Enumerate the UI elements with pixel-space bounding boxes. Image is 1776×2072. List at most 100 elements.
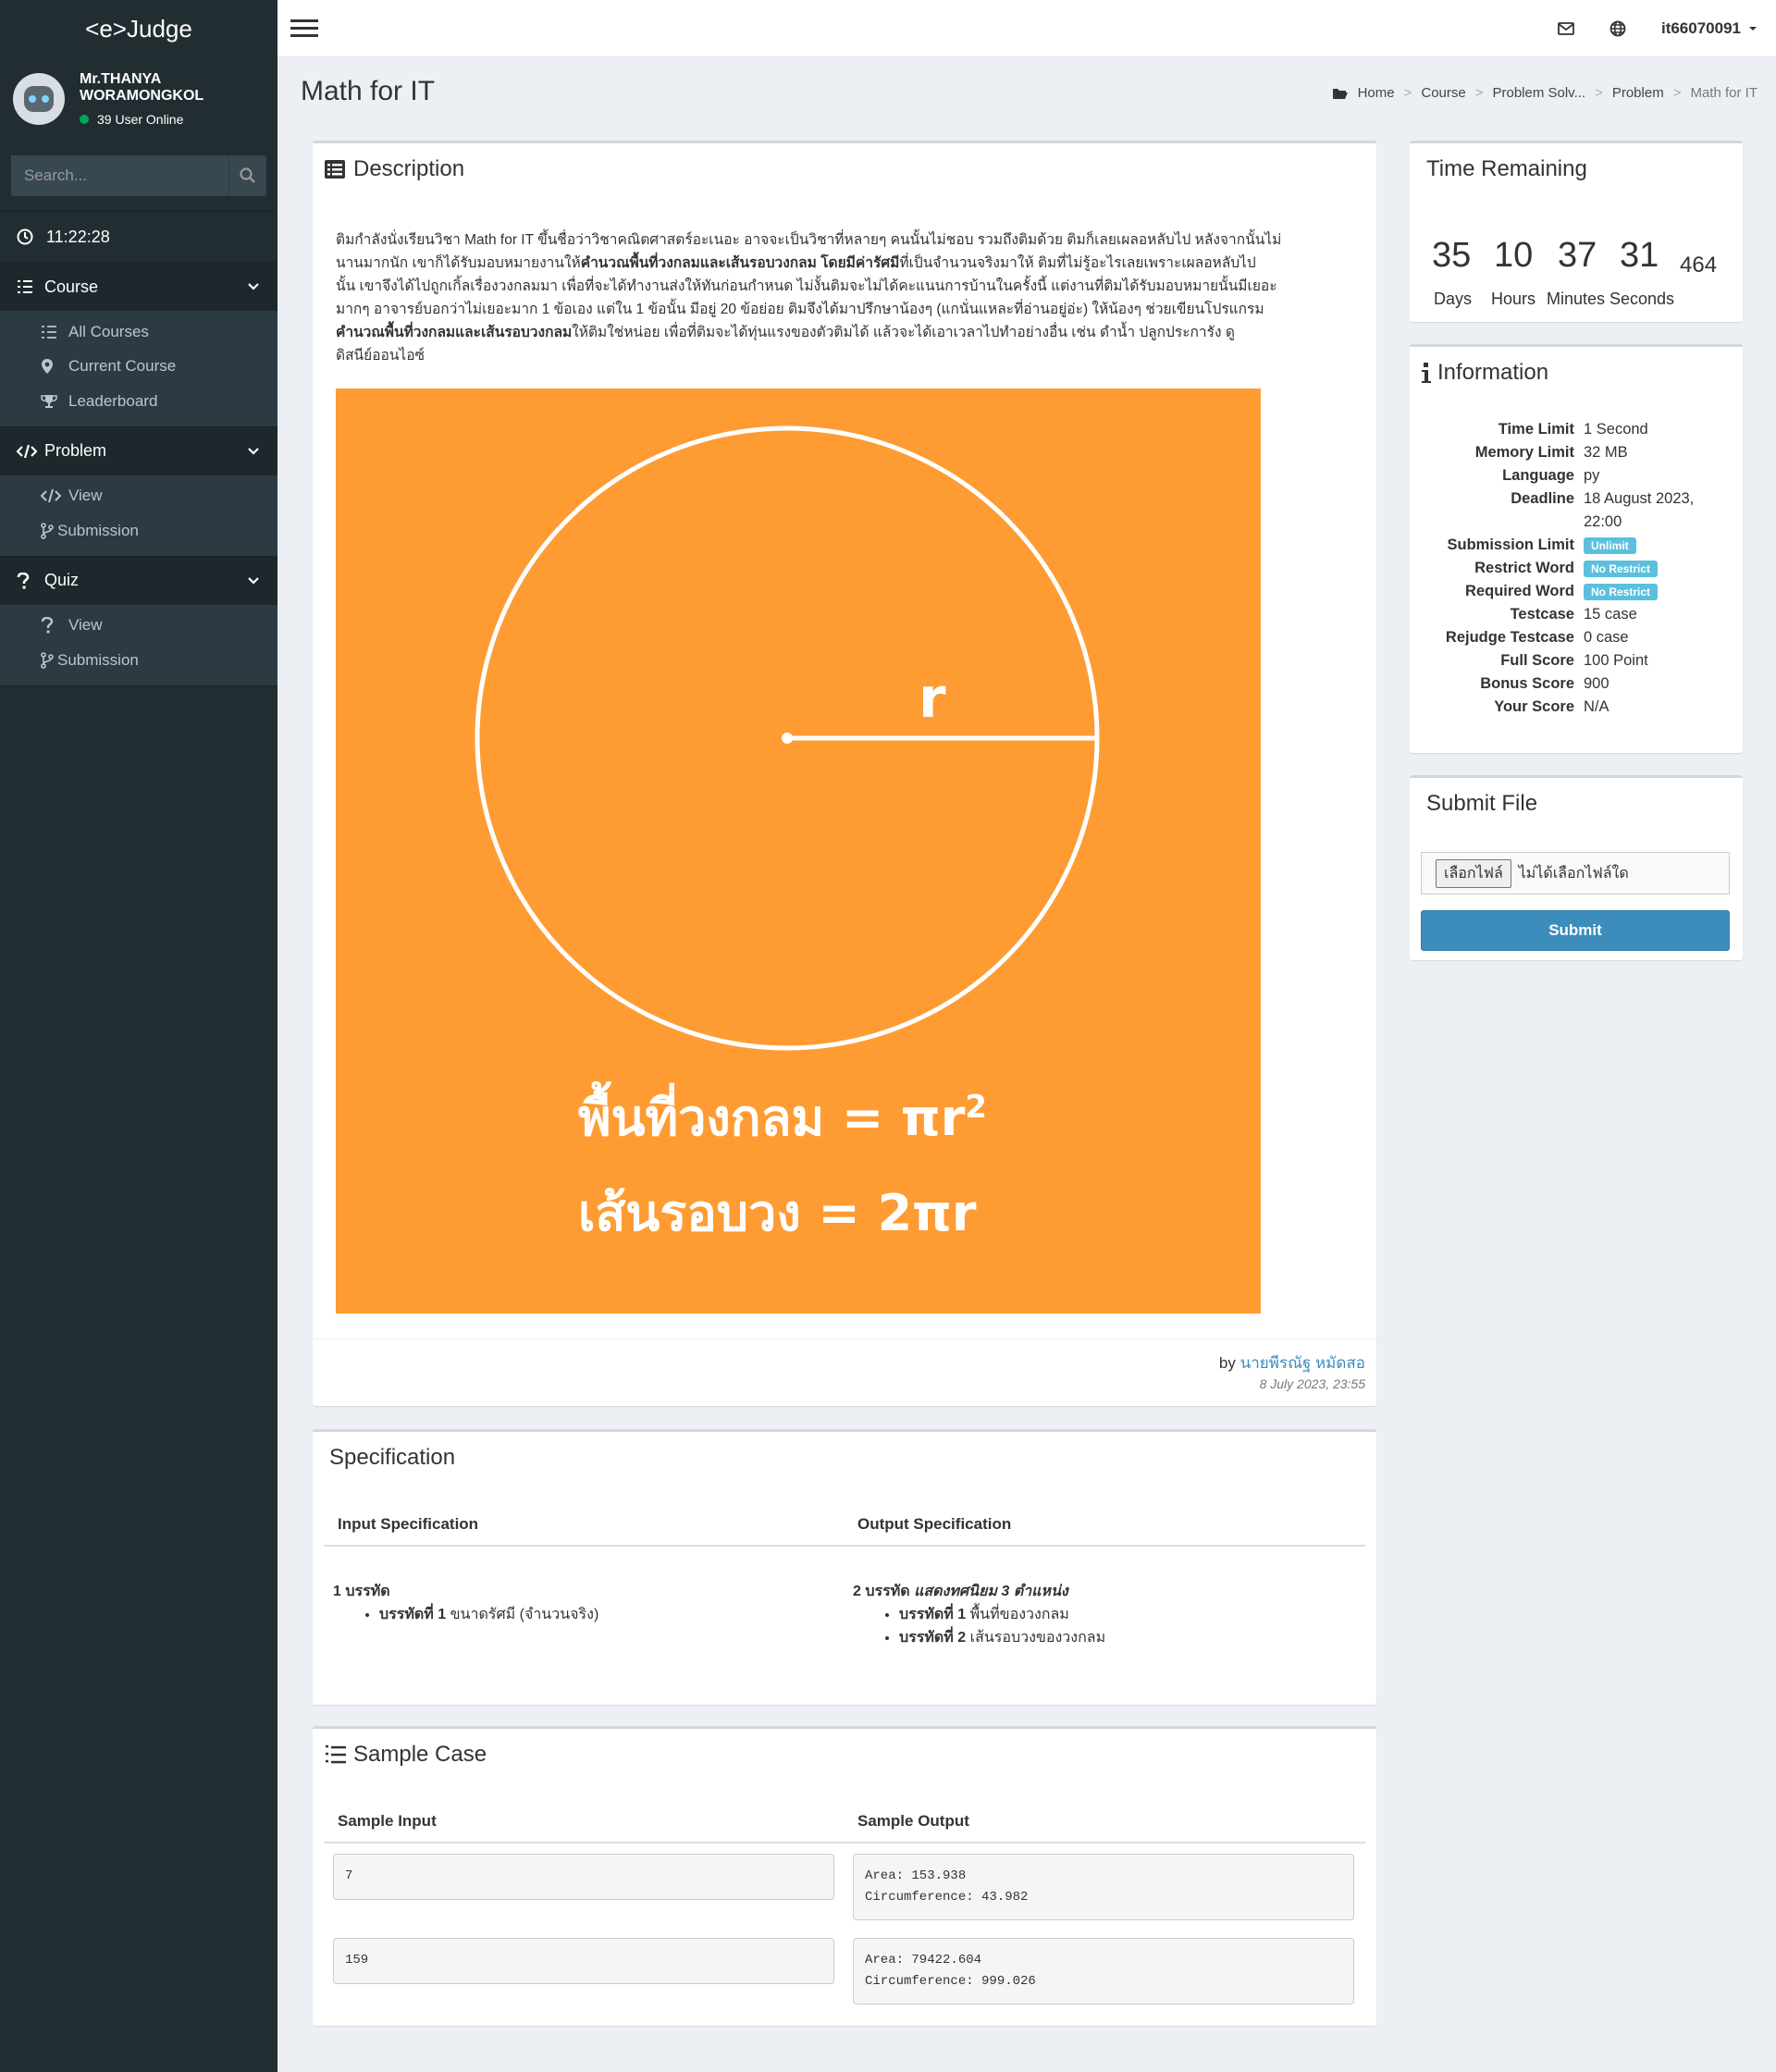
sidebar-problem-label: Problem (44, 441, 107, 460)
info-your-score: Your Score N/A (1494, 698, 1610, 715)
sample-output-2[interactable]: Area: 79422.604 Circumference: 999.026 (853, 1938, 1354, 2004)
clock: 11:22:28 (0, 211, 278, 263)
timer-minutes-label: Minutes (1547, 290, 1606, 308)
info-time-limit: Time Limit 1 Second (1498, 421, 1648, 438)
envelope-icon[interactable] (1558, 21, 1574, 35)
status-badge: Unlimit (1584, 537, 1636, 554)
user-name-line1: Mr.THANYA (80, 71, 162, 87)
sidebar-item-quiz-submission[interactable]: Submission (0, 643, 278, 678)
page-title: Math for IT (301, 76, 436, 106)
sidebar-item-problem-submission[interactable]: Submission (0, 513, 278, 549)
output-spec: 2 บรรทัด แสดงทศนิยม 3 ตำแหน่ง บรรทัดที่ … (853, 1580, 1105, 1649)
info-icon (1422, 363, 1431, 383)
sidebar-quiz-toggle[interactable]: Quiz (0, 556, 278, 605)
sidebar-item-current-course[interactable]: Current Course (0, 350, 278, 385)
post-date: 8 July 2023, 23:55 (1259, 1376, 1365, 1391)
topbar-username: it66070091 (1660, 18, 1741, 37)
submit-file-box: Submit File เลือกไฟล์ ไม่ได้เลือกไฟล์ใด … (1410, 775, 1743, 960)
sidebar-course-toggle[interactable]: Course (0, 263, 278, 311)
information-box: Information Time Limit 1 Second Memory Li… (1410, 344, 1743, 753)
sample-case-title: Sample Case (353, 1742, 487, 1767)
info-submission-limit: Submission Limit Unlimit (1410, 536, 1743, 560)
code-icon (41, 488, 61, 503)
sidebar-item-problem-view[interactable]: View (0, 479, 278, 514)
breadcrumb-course[interactable]: Course (1421, 85, 1465, 101)
sample-input-header: Sample Input (338, 1812, 437, 1830)
file-input[interactable]: เลือกไฟล์ ไม่ได้เลือกไฟล์ใด (1421, 852, 1730, 894)
sample-input-2[interactable]: 159 (333, 1938, 834, 1984)
sidebar-item-leaderboard[interactable]: Leaderboard (0, 384, 278, 419)
breadcrumb-home[interactable]: Home (1358, 85, 1395, 101)
author-link[interactable]: นายพีรณัฐ หมัดสอ (1240, 1354, 1365, 1372)
sample-case-header: Sample Case (324, 1742, 487, 1768)
sidebar-search (11, 155, 266, 196)
submit-button[interactable]: Submit (1421, 910, 1730, 951)
information-title: Information (1437, 360, 1549, 385)
search-button[interactable] (228, 155, 266, 196)
app-logo[interactable]: <e>Judge (0, 0, 278, 57)
sample-input-1[interactable]: 7 (333, 1854, 834, 1900)
info-full-score: Full Score 100 Point (1500, 652, 1648, 669)
trophy-icon (41, 394, 57, 408)
list-alt-icon (325, 160, 345, 179)
chevron-down-icon (248, 576, 259, 585)
sidebar-problem-toggle[interactable]: Problem (0, 426, 278, 475)
output-spec-item: บรรทัดที่ 2 เส้นรอบวงของวงกลม (899, 1626, 1105, 1649)
list-check-icon (42, 325, 56, 339)
desc-line: นานมากนัก เขาก็ได้รับมอบหมายงานให้คำนวณพ… (336, 255, 1256, 271)
search-input[interactable] (11, 155, 228, 196)
radius-label: r (919, 666, 946, 731)
list-ol-icon (326, 1745, 346, 1764)
user-menu[interactable]: it66070091 (1661, 19, 1758, 38)
sidebar-item-all-courses[interactable]: All Courses (0, 314, 278, 350)
timer-hours-label: Hours (1491, 290, 1536, 308)
file-status: ไม่ได้เลือกไฟล์ใด (1518, 865, 1629, 882)
sidebar-item-label: Leaderboard (68, 391, 158, 410)
info-bonus-score: Bonus Score 900 (1480, 675, 1610, 692)
center-point (782, 733, 793, 744)
input-spec-item: บรรทัดที่ 1 ขนาดรัศมี (จำนวนจริง) (379, 1603, 598, 1626)
timer-seconds: 31 (1620, 236, 1659, 275)
breadcrumb-problem[interactable]: Problem (1612, 85, 1664, 101)
output-spec-item: บรรทัดที่ 1 พื้นที่ของวงกลม (899, 1603, 1105, 1626)
sample-output-1[interactable]: Area: 153.938 Circumference: 43.982 (853, 1854, 1354, 1920)
info-rejudge-testcase: Rejudge Testcase 0 case (1445, 629, 1629, 646)
chevron-down-icon (248, 283, 259, 290)
status-badge: No Restrict (1584, 561, 1659, 577)
user-name-line2: WORAMONGKOL (80, 88, 204, 104)
description-title: Description (353, 156, 465, 181)
search-icon (240, 167, 255, 183)
code-branch-icon (41, 651, 54, 669)
sidebar-item-label: Current Course (68, 357, 177, 376)
code-branch-icon (41, 522, 54, 539)
sidebar-item-quiz-view[interactable]: View (0, 609, 278, 644)
time-remaining-title: Time Remaining (1426, 156, 1587, 181)
input-spec-header: Input Specification (338, 1515, 479, 1533)
timer-hours: 10 (1494, 236, 1534, 275)
online-count: 39 User Online (97, 112, 184, 127)
desc-line: มากๆ อาจารย์บอกว่าไม่เยอะมาก 1 ข้อเอง แต… (336, 302, 1264, 317)
list-icon (18, 280, 32, 293)
breadcrumb-current: Math for IT (1690, 85, 1758, 101)
breadcrumb-problem-solving[interactable]: Problem Solv... (1492, 85, 1585, 101)
menu-toggle-icon[interactable] (290, 19, 318, 37)
sidebar-item-label: View (68, 616, 103, 635)
timer-minutes: 37 (1558, 236, 1597, 275)
sample-output-header: Sample Output (857, 1812, 969, 1830)
output-spec-header: Output Specification (857, 1515, 1012, 1533)
submit-file-title: Submit File (1426, 791, 1538, 816)
clock-icon (17, 228, 33, 245)
question-icon (17, 572, 30, 588)
sample-case-box: Sample Case Sample Input Sample Output 7… (313, 1726, 1376, 2026)
input-spec: 1 บรรทัด บรรทัดที่ 1 ขนาดรัศมี (จำนวนจริ… (333, 1580, 598, 1626)
specification-box: Specification Input Specification Output… (313, 1429, 1376, 1705)
sidebar-quiz-label: Quiz (44, 571, 80, 589)
timer-days: 35 (1432, 236, 1472, 275)
globe-icon[interactable] (1610, 20, 1626, 37)
choose-file-button[interactable]: เลือกไฟล์ (1436, 858, 1511, 888)
description-box: Description ติมกำลังนั่งเรียนวิชา Math f… (313, 141, 1376, 1406)
map-marker-icon (42, 359, 53, 375)
info-memory-limit: Memory Limit 32 MB (1474, 444, 1628, 461)
info-deadline: Deadline 18 August 2023, (1511, 490, 1695, 507)
description-header: Description (324, 156, 464, 182)
